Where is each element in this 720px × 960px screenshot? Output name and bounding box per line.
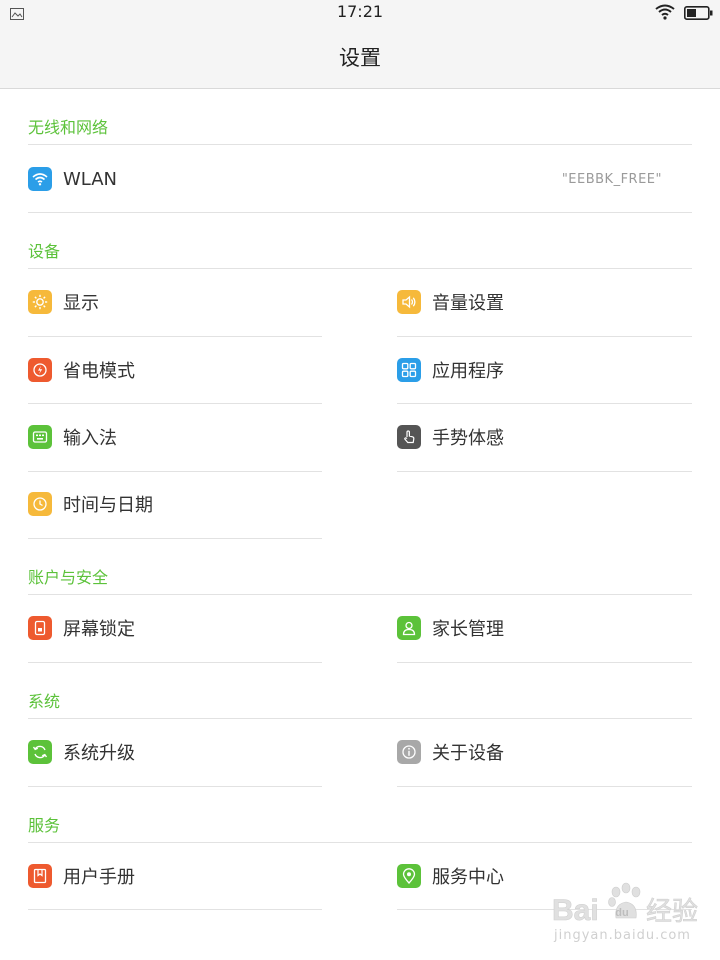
settings-item-label: WLAN — [63, 168, 118, 190]
divider — [28, 718, 692, 719]
divider — [28, 268, 692, 269]
settings-item-label: 省电模式 — [63, 361, 135, 382]
watermark-url: jingyan.baidu.com — [554, 928, 691, 943]
section-label-account-security: 账户与安全 — [28, 568, 109, 587]
divider — [28, 403, 322, 404]
divider — [28, 144, 692, 145]
parent-icon — [397, 616, 421, 640]
settings-item-volume[interactable]: 音量设置 — [397, 280, 692, 324]
section-label-wireless: 无线和网络 — [28, 118, 109, 137]
divider — [397, 662, 692, 663]
settings-item-user-manual[interactable]: 用户手册 — [28, 854, 322, 898]
page-title: 设置 — [339, 46, 381, 70]
settings-item-label: 应用程序 — [432, 361, 504, 382]
settings-item-label: 输入法 — [63, 428, 117, 449]
settings-item-label: 时间与日期 — [63, 495, 153, 516]
update-icon — [28, 740, 52, 764]
divider — [28, 471, 322, 472]
status-bar: 17:21 — [0, 0, 720, 24]
apps-icon — [397, 358, 421, 382]
divider — [28, 594, 692, 595]
settings-item-label: 手势体感 — [432, 428, 504, 449]
baidu-logo-icon: Bai du 经验 — [552, 882, 698, 927]
divider — [28, 336, 322, 337]
baidu-watermark: Bai du 经验 jingyan.baidu.com — [550, 880, 710, 950]
settings-item-date-time[interactable]: 时间与日期 — [28, 482, 322, 526]
settings-item-apps[interactable]: 应用程序 — [397, 348, 692, 392]
screen-lock-icon — [28, 616, 52, 640]
wifi-icon — [655, 4, 675, 24]
settings-item-system-update[interactable]: 系统升级 — [28, 730, 322, 774]
settings-item-wlan[interactable]: WLAN "EEBBK_FREE" — [28, 157, 692, 201]
location-icon — [397, 864, 421, 888]
divider — [28, 909, 322, 910]
battery-icon — [684, 5, 714, 24]
section-label-system: 系统 — [28, 692, 61, 711]
settings-item-label: 显示 — [63, 293, 99, 314]
section-label-service: 服务 — [28, 816, 61, 835]
settings-item-screen-lock[interactable]: 屏幕锁定 — [28, 606, 322, 650]
divider — [397, 786, 692, 787]
gesture-icon — [397, 425, 421, 449]
divider — [28, 786, 322, 787]
divider — [397, 336, 692, 337]
divider — [28, 538, 322, 539]
info-icon — [397, 740, 421, 764]
settings-item-input-method[interactable]: 输入法 — [28, 415, 322, 459]
brightness-icon — [28, 290, 52, 314]
section-label-device: 设备 — [28, 242, 61, 261]
volume-icon — [397, 290, 421, 314]
clock-icon — [28, 492, 52, 516]
settings-item-parental-control[interactable]: 家长管理 — [397, 606, 692, 650]
settings-item-about-device[interactable]: 关于设备 — [397, 730, 692, 774]
svg-text:du: du — [615, 907, 628, 919]
settings-item-label: 系统升级 — [63, 743, 135, 764]
svg-text:经验: 经验 — [646, 897, 698, 927]
header-bar: 设置 — [0, 24, 720, 89]
wifi-icon — [28, 167, 52, 191]
settings-item-label: 用户手册 — [63, 867, 135, 888]
settings-item-label: 关于设备 — [432, 743, 504, 764]
settings-item-label: 家长管理 — [432, 619, 504, 640]
keyboard-icon — [28, 425, 52, 449]
wlan-network-name: "EEBBK_FREE" — [561, 171, 662, 187]
settings-item-label: 服务中心 — [432, 867, 504, 888]
settings-item-label: 音量设置 — [432, 293, 504, 314]
manual-icon — [28, 864, 52, 888]
settings-item-display[interactable]: 显示 — [28, 280, 322, 324]
divider — [28, 842, 692, 843]
divider — [28, 662, 322, 663]
svg-text:Bai: Bai — [552, 894, 599, 927]
settings-item-power-saving[interactable]: 省电模式 — [28, 348, 322, 392]
status-time: 17:21 — [336, 2, 384, 21]
settings-item-gesture[interactable]: 手势体感 — [397, 415, 692, 459]
power-saving-icon — [28, 358, 52, 382]
divider — [397, 471, 692, 472]
divider — [397, 403, 692, 404]
divider — [28, 212, 692, 213]
settings-item-label: 屏幕锁定 — [63, 619, 135, 640]
